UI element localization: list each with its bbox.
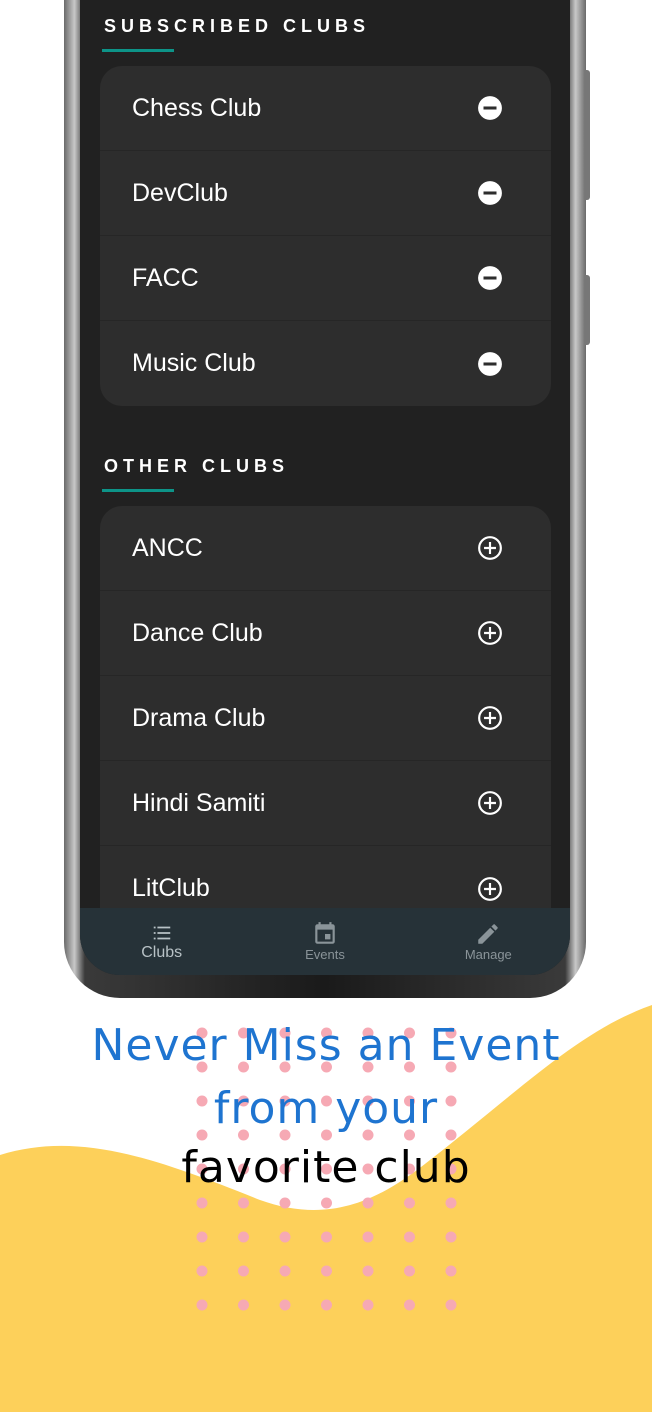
club-name: LitClub (132, 874, 210, 902)
dot (404, 1299, 415, 1311)
minus-circle-icon[interactable] (477, 351, 503, 377)
dot (321, 1231, 332, 1243)
minus-circle-icon[interactable] (477, 180, 503, 206)
promo-line-2: from your (213, 1083, 439, 1134)
club-row[interactable]: ANCC (100, 506, 551, 591)
plus-circle-outline-icon[interactable] (477, 790, 503, 816)
club-row[interactable]: FACC (100, 236, 551, 321)
dot (362, 1265, 374, 1277)
club-name: Chess Club (132, 93, 262, 122)
dot (196, 1299, 208, 1311)
dot (238, 1299, 249, 1311)
other-clubs-list: ANCC Dance Club Drama Club Hindi Samiti LitC… (100, 506, 551, 931)
club-name: Drama Club (132, 703, 266, 732)
plus-circle-outline-icon[interactable] (477, 876, 503, 902)
dot (404, 1231, 415, 1243)
dot (196, 1265, 208, 1277)
nav-manage[interactable]: Manage (428, 921, 548, 962)
promo-line-3: favorite club (181, 1142, 471, 1193)
plus-circle-outline-icon[interactable] (477, 535, 503, 561)
dot (362, 1299, 374, 1311)
list-icon (153, 926, 170, 939)
club-name: ANCC (132, 533, 203, 562)
nav-clubs[interactable]: Clubs (102, 922, 222, 962)
dot (238, 1265, 249, 1277)
dot (362, 1231, 374, 1243)
dot (445, 1299, 457, 1311)
app-screen: SUBSCRIBED CLUBS Chess Club DevClub FACC Mu… (80, 0, 570, 975)
dot (404, 1197, 415, 1209)
dot (445, 1197, 457, 1209)
dot (445, 1265, 457, 1277)
club-row[interactable]: Chess Club (100, 66, 551, 151)
nav-label: Manage (464, 947, 512, 962)
club-row[interactable]: Drama Club (100, 676, 551, 761)
club-name: Hindi Samiti (132, 788, 266, 817)
dot (362, 1197, 374, 1209)
dot (196, 1231, 208, 1243)
section-underline (102, 489, 174, 492)
power-button (585, 275, 590, 345)
subscribed-clubs-list: Chess Club DevClub FACC Music Club (100, 66, 551, 406)
club-row[interactable]: Dance Club (100, 591, 551, 676)
club-name: FACC (132, 263, 199, 292)
volume-button (585, 70, 590, 200)
subscribed-clubs-title: SUBSCRIBED CLUBS (104, 16, 371, 36)
plus-circle-outline-icon[interactable] (477, 620, 503, 646)
club-name: DevClub (132, 178, 228, 207)
dot (445, 1231, 457, 1243)
nav-events[interactable]: Events (265, 921, 385, 962)
club-row[interactable]: DevClub (100, 151, 551, 236)
bottom-navigation: Clubs Events Manage (80, 908, 570, 975)
nav-label: Clubs (141, 943, 183, 961)
section-underline (102, 49, 174, 52)
club-row[interactable]: Hindi Samiti (100, 761, 551, 846)
plus-circle-outline-icon[interactable] (477, 705, 503, 731)
dot (279, 1265, 291, 1277)
dot (279, 1197, 291, 1209)
dot (321, 1197, 332, 1209)
pencil-icon (478, 924, 499, 944)
dot (321, 1299, 332, 1311)
dot (279, 1231, 291, 1243)
minus-circle-icon[interactable] (477, 95, 503, 121)
dot (238, 1197, 249, 1209)
promo-line-1: Never Miss an Event (91, 1020, 561, 1071)
dot (404, 1265, 415, 1277)
dot (279, 1299, 291, 1311)
club-name: Music Club (132, 349, 256, 377)
minus-circle-icon[interactable] (477, 265, 503, 291)
club-name: Dance Club (132, 618, 263, 647)
dot (196, 1197, 208, 1209)
dot (238, 1231, 249, 1243)
club-row[interactable]: Music Club (100, 321, 551, 406)
other-clubs-title: OTHER CLUBS (104, 456, 289, 476)
calendar-icon (315, 922, 335, 944)
dot (321, 1265, 332, 1277)
nav-label: Events (305, 947, 345, 962)
